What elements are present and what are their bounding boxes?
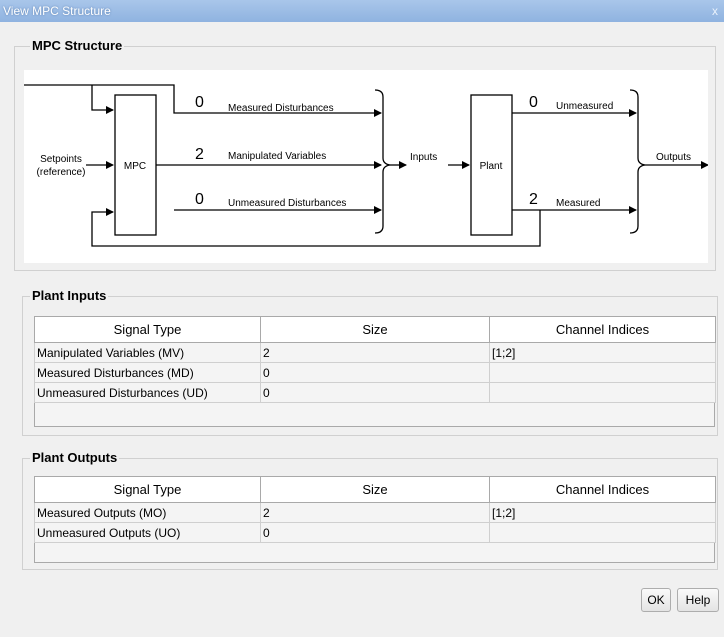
size-cell[interactable]: 0 [260, 382, 490, 403]
plant-label: Plant [480, 161, 503, 172]
md-label: Measured Disturbances [228, 103, 334, 114]
mo-label: Measured [556, 198, 600, 209]
ud-count: 0 [195, 191, 204, 208]
table-row: Unmeasured Disturbances (UD) 0 [34, 382, 716, 403]
mpc-structure-label: MPC Structure [30, 38, 125, 53]
signal-type-cell: Manipulated Variables (MV) [34, 342, 261, 363]
uo-label: Unmeasured [556, 101, 613, 112]
mo-count: 2 [529, 191, 538, 208]
channel-indices-cell[interactable] [489, 522, 716, 543]
signal-type-cell: Unmeasured Outputs (UO) [34, 522, 261, 543]
signal-type-cell: Unmeasured Disturbances (UD) [34, 382, 261, 403]
column-header-channel-indices[interactable]: Channel Indices [489, 316, 716, 343]
table-row: Measured Outputs (MO) 2 [1;2] [34, 502, 716, 523]
column-header-channel-indices[interactable]: Channel Indices [489, 476, 716, 503]
plant-outputs-label: Plant Outputs [30, 450, 120, 465]
column-header-size[interactable]: Size [260, 316, 490, 343]
channel-indices-cell[interactable]: [1;2] [489, 502, 716, 523]
setpoints-label: Setpoints [40, 154, 82, 165]
outputs-brace [629, 89, 646, 234]
channel-indices-cell[interactable] [489, 382, 716, 403]
mv-label: Manipulated Variables [228, 151, 326, 162]
mpc-label: MPC [124, 161, 146, 172]
inputs-brace [374, 89, 391, 234]
plant-outputs-table: Signal Type Size Channel Indices Measure… [34, 476, 716, 543]
setpoints-sublabel: (reference) [37, 167, 86, 178]
uo-count: 0 [529, 94, 538, 111]
column-header-signal-type[interactable]: Signal Type [34, 316, 261, 343]
md-count: 0 [195, 94, 204, 111]
plant-inputs-table: Signal Type Size Channel Indices Manipul… [34, 316, 716, 403]
table-header-row: Signal Type Size Channel Indices [34, 476, 716, 503]
close-icon[interactable]: x [708, 0, 722, 22]
md-to-mpc-line [91, 85, 112, 111]
size-cell[interactable]: 0 [260, 362, 490, 383]
size-cell[interactable]: 0 [260, 522, 490, 543]
column-header-signal-type[interactable]: Signal Type [34, 476, 261, 503]
ok-button[interactable]: OK [641, 588, 671, 612]
outputs-label: Outputs [656, 152, 691, 163]
table-row: Unmeasured Outputs (UO) 0 [34, 522, 716, 543]
column-header-size[interactable]: Size [260, 476, 490, 503]
signal-type-cell: Measured Disturbances (MD) [34, 362, 261, 383]
table-row: Measured Disturbances (MD) 0 [34, 362, 716, 383]
channel-indices-cell[interactable] [489, 362, 716, 383]
diagram-canvas: Setpoints (reference) MPC 0 Measured Dis… [24, 84, 708, 247]
size-cell[interactable]: 2 [260, 502, 490, 523]
ud-label: Unmeasured Disturbances [228, 198, 346, 209]
help-button[interactable]: Help [677, 588, 719, 612]
channel-indices-cell[interactable]: [1;2] [489, 342, 716, 363]
mpc-structure-diagram: Setpoints (reference) MPC 0 Measured Dis… [24, 70, 708, 263]
size-cell[interactable]: 2 [260, 342, 490, 363]
plant-inputs-label: Plant Inputs [30, 288, 109, 303]
inputs-label: Inputs [410, 152, 437, 163]
table-header-row: Signal Type Size Channel Indices [34, 316, 716, 343]
table-row: Manipulated Variables (MV) 2 [1;2] [34, 342, 716, 363]
signal-type-cell: Measured Outputs (MO) [34, 502, 261, 523]
window-title: View MPC Structure [3, 4, 111, 18]
window-titlebar: View MPC Structure x [0, 0, 724, 22]
mv-count: 2 [195, 146, 204, 163]
